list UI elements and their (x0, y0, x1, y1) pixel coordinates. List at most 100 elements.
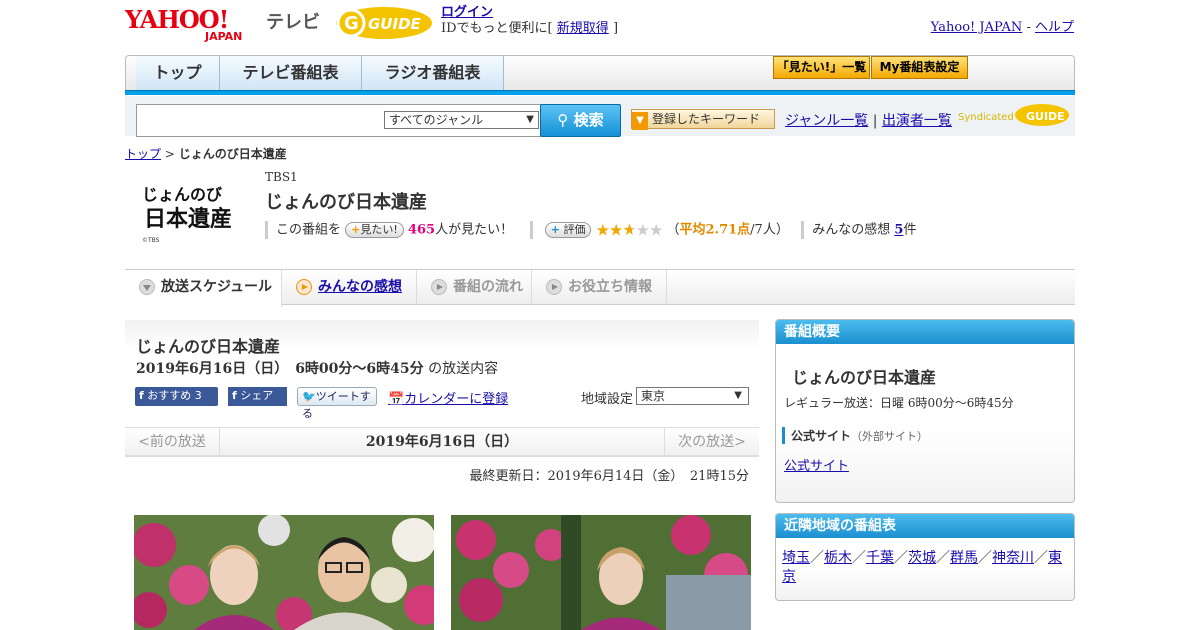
nearby-heading: 近隣地域の番組表 (776, 514, 1074, 538)
tab-program-flow[interactable]: 番組の流れ (417, 270, 532, 305)
area-sep: ／ (894, 550, 908, 566)
keyword-button[interactable]: ▼ 登録したキーワード (631, 109, 775, 130)
separator (529, 221, 533, 239)
program-tabs: 放送スケジュール みんなの感想 番組の流れ お役立ち情報 (125, 269, 1075, 307)
area-sep: ／ (936, 550, 950, 566)
yahoo-japan-link[interactable]: Yahoo! JAPAN (931, 20, 1023, 35)
rating-button-label: 評価 (563, 223, 586, 236)
star-full-icon: ★ (608, 220, 623, 239)
area-link-saitama[interactable]: 埼玉 (782, 550, 810, 566)
chevron-down-icon: ▼ (734, 390, 742, 401)
star-empty-icon: ★ (649, 220, 663, 239)
tab-impressions[interactable]: みんなの感想 (282, 270, 417, 305)
prev-broadcast-link[interactable]: <前の放送 (125, 427, 220, 457)
rating-stars: ★★★★★ (595, 220, 664, 239)
genre-select-value: すべてのジャンル (389, 113, 484, 127)
plus-icon: + (550, 223, 560, 236)
play-icon (546, 279, 562, 295)
overview-program-title: じょんのび日本遺産 (792, 368, 937, 387)
star-full-icon: ★ (595, 220, 610, 239)
calendar-icon: 📅 (388, 392, 405, 407)
tweet-button[interactable]: 🐦ツイートする (297, 387, 377, 420)
regular-broadcast: レギュラー放送：日曜 6時00分～6時45分 (784, 396, 1014, 410)
region-select-value: 東京 (641, 389, 666, 403)
facebook-share-button[interactable]: f シェア (228, 387, 287, 406)
official-site-link[interactable]: 公式サイト (784, 455, 849, 474)
genre-select[interactable]: すべてのジャンル ▼ (384, 111, 539, 129)
register-link[interactable]: 新規取得 (557, 21, 609, 36)
nearby-areas-box: 近隣地域の番組表 埼玉／栃木／千葉／茨城／群馬／神奈川／東京 (775, 513, 1075, 601)
tab-schedule[interactable]: 放送スケジュール (125, 270, 282, 307)
last-updated: 最終更新日：2019年6月14日（金） 21時15分 (469, 469, 749, 484)
yahoo-japan-logo[interactable]: YAHOO! JAPAN (124, 5, 261, 43)
keyword-button-label: 登録したキーワード (652, 112, 761, 126)
syndicated-gguide-logo: Syndicated GUIDE (958, 103, 1070, 127)
svg-text:GUIDE: GUIDE (1026, 110, 1065, 123)
link-separator: | (872, 113, 878, 129)
impressions-suffix: 件 (903, 222, 917, 238)
air-suffix: の放送内容 (428, 361, 499, 377)
login-link[interactable]: ログイン (441, 5, 493, 20)
program-photo (451, 515, 751, 630)
program-logo: じょんのび 日本遺産 ©TBS (136, 180, 248, 244)
search-links: ジャンル一覧 | 出演者一覧 (785, 110, 952, 130)
rating-average: 平均2.71点 (679, 222, 751, 238)
login-sub-prefix: IDでもっと便利に[ (441, 21, 553, 36)
chevron-down-icon: ▼ (526, 114, 534, 125)
calendar-link[interactable]: 📅カレンダーに登録 (388, 388, 508, 407)
facebook-recommend-button[interactable]: f おすすめ 3 (135, 387, 218, 406)
svg-text:GUIDE: GUIDE (368, 15, 422, 33)
official-site-label: 公式サイト (791, 429, 852, 443)
area-link-kanagawa[interactable]: 神奈川 (992, 550, 1034, 566)
breadcrumb: トップ > じょんのび日本遺産 (125, 145, 287, 162)
current-date: 2019年6月16日（日） (365, 434, 519, 450)
facebook-icon: f (139, 389, 144, 402)
performer-list-link[interactable]: 出演者一覧 (882, 113, 952, 129)
program-photo (134, 515, 434, 630)
nav-tab-tv[interactable]: テレビ番組表 (220, 56, 362, 92)
gguide-logo[interactable]: G GUIDE (334, 5, 434, 41)
star-partial-icon: ★ (622, 220, 636, 239)
area-link-ibaraki[interactable]: 茨城 (908, 550, 936, 566)
help-link[interactable]: ヘルプ (1035, 20, 1074, 35)
area-link-tochigi[interactable]: 栃木 (824, 550, 852, 566)
search-button[interactable]: ⚲ 検索 (540, 104, 621, 137)
play-icon (296, 279, 312, 295)
official-site-heading: 公式サイト（外部サイト） (782, 427, 928, 444)
next-broadcast-link[interactable]: 次の放送> (664, 427, 759, 457)
main-title: じょんのび日本遺産 (136, 337, 281, 356)
rating-open: （ (666, 222, 680, 238)
tab-schedule-label: 放送スケジュール (161, 279, 273, 295)
genre-list-link[interactable]: ジャンル一覧 (785, 113, 868, 129)
header-links: Yahoo! JAPAN - ヘルプ (931, 16, 1074, 35)
air-datetime: 2019年6月16日（日） 6時00分～6時45分 (136, 361, 424, 377)
my-schedule-button[interactable]: My番組表設定 (871, 56, 968, 79)
area-link-chiba[interactable]: 千葉 (866, 550, 894, 566)
mitai-suffix: 人が見たい！ (435, 222, 514, 238)
nav-tab-top[interactable]: トップ (136, 56, 220, 92)
svg-text:じょんのび: じょんのび (142, 185, 223, 204)
mitai-list-button[interactable]: 「見たい!」一覧 (773, 56, 870, 79)
rating-button[interactable]: + 評価 (544, 222, 592, 238)
mitai-button[interactable]: +見たい! (345, 222, 404, 238)
air-time: 2019年6月16日（日） 6時00分～6時45分 の放送内容 (136, 358, 498, 378)
region-select[interactable]: 東京 ▼ (636, 387, 749, 405)
breadcrumb-current: じょんのび日本遺産 (178, 147, 287, 161)
tab-useful-info-label: お役立ち情報 (568, 279, 652, 295)
syndicated-text: Syndicated (958, 112, 1014, 123)
tab-program-flow-label: 番組の流れ (453, 279, 523, 295)
recommend-label: おすすめ 3 (147, 389, 202, 402)
tv-label: テレビ (266, 12, 320, 33)
breadcrumb-sep: > (164, 147, 175, 161)
tab-useful-info[interactable]: お役立ち情報 (532, 270, 667, 305)
nav-tab-radio[interactable]: ラジオ番組表 (362, 56, 504, 92)
area-link-gunma[interactable]: 群馬 (950, 550, 978, 566)
program-logo-credit: ©TBS (142, 237, 160, 244)
breadcrumb-top-link[interactable]: トップ (125, 147, 161, 161)
area-sep: ／ (978, 550, 992, 566)
region-label: 地域設定 (581, 392, 634, 407)
mitai-prefix: この番組を (276, 222, 342, 238)
area-sep: ／ (1034, 550, 1048, 566)
nearby-area-list: 埼玉／栃木／千葉／茨城／群馬／神奈川／東京 (782, 549, 1070, 587)
plus-icon: + (351, 223, 361, 236)
